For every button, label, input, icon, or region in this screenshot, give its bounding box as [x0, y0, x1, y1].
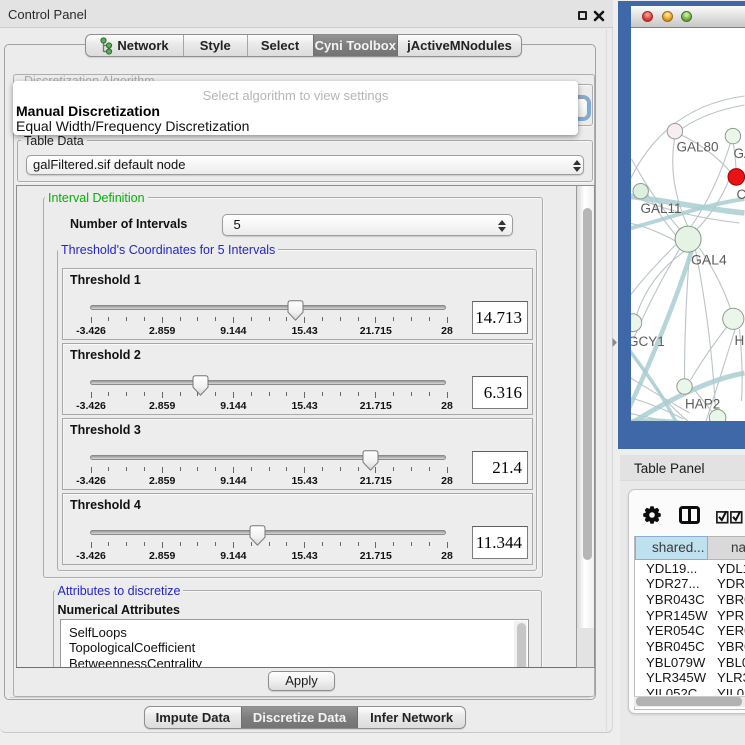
svg-text:GAL4: GAL4	[691, 252, 727, 268]
svg-text:GAL80: GAL80	[677, 140, 719, 155]
svg-text:GAL11: GAL11	[641, 201, 682, 216]
svg-text:GCY1: GCY1	[631, 334, 665, 349]
svg-text:C: C	[737, 187, 745, 202]
svg-text:H: H	[735, 333, 745, 348]
svg-text:HAP2: HAP2	[685, 397, 720, 412]
svg-text:GA: GA	[734, 146, 745, 161]
